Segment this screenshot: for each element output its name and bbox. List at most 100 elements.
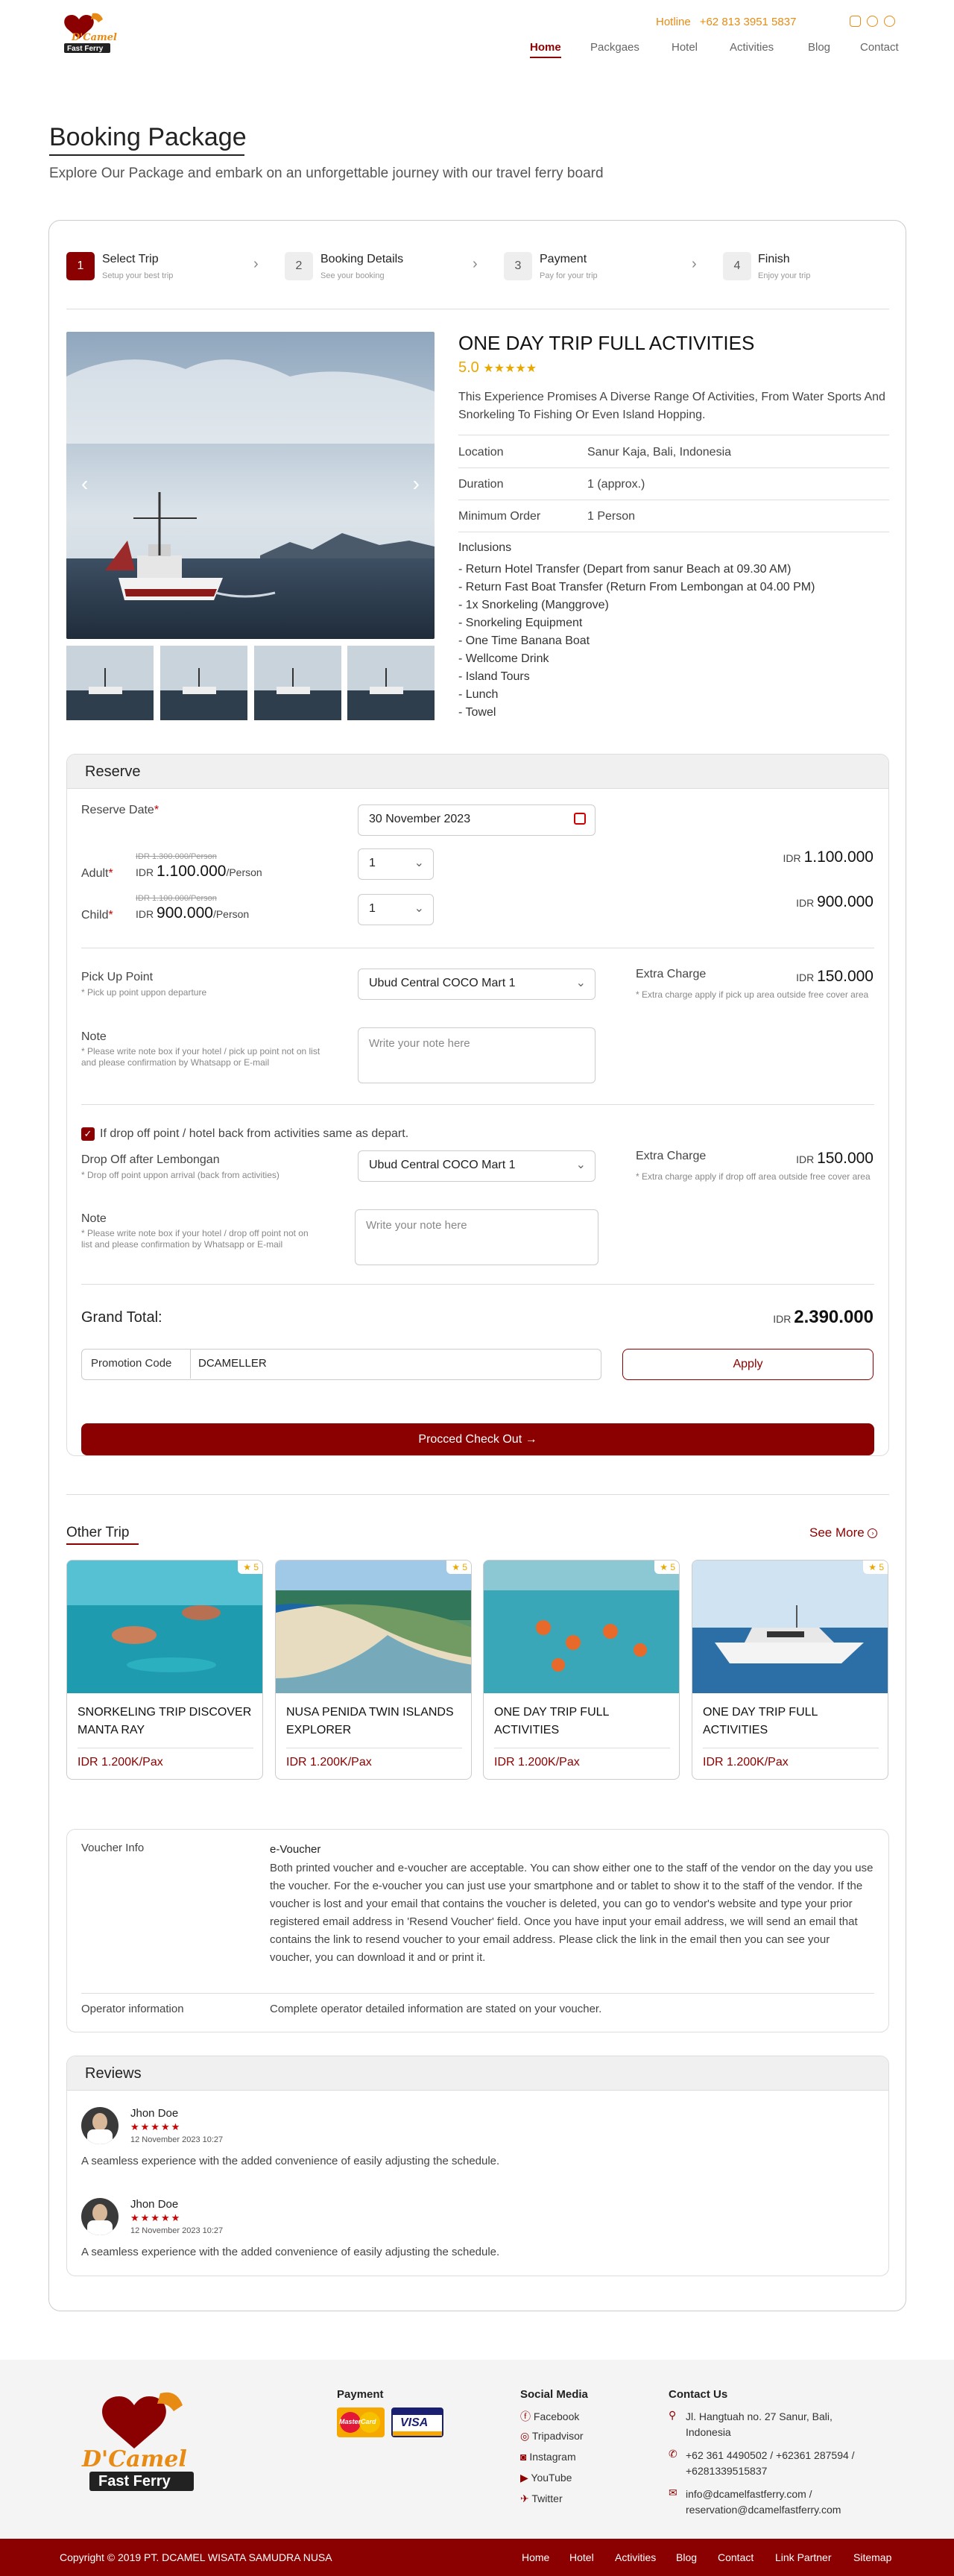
hotline-label: Hotline [656,16,691,28]
reserve-date-input[interactable]: 30 November 2023 [358,804,596,836]
list-item: - One Time Banana Boat [458,634,590,647]
social-youtube[interactable]: ▶ YouTube [520,2472,572,2484]
child-price: IDR 900.000/Person [136,904,249,922]
logo-text-bottom: Fast Ferry [98,2473,171,2490]
trip-image: ★ 5 [67,1561,262,1693]
thumbnail-1[interactable] [66,646,154,720]
instagram-icon[interactable] [850,16,861,27]
pickup-select[interactable]: Ubud Central COCO Mart 1 ⌄ [358,969,596,1000]
adult-qty-select[interactable]: 1 ⌄ [358,848,434,880]
title-underline [66,1543,139,1545]
promo-code-input[interactable]: DCAMELLER [191,1350,274,1379]
calendar-icon[interactable] [574,813,586,825]
see-more-link[interactable]: See More › [809,1525,878,1540]
checkout-button[interactable]: Procced Check Out → [81,1423,874,1455]
next-arrow-icon[interactable]: › [413,472,420,496]
promo-input-group[interactable]: Promotion Code DCAMELLER [81,1349,601,1380]
contact-email[interactable]: info@dcamelfastferry.com / reservation@d… [686,2487,879,2518]
social-twitter[interactable]: ✈ Twitter [520,2492,563,2505]
thumbnail-2[interactable] [160,646,247,720]
footer-link-partner[interactable]: Link Partner [775,2551,831,2563]
social-facebook[interactable]: ⓕ Facebook [520,2409,579,2424]
social-instagram[interactable]: ◙ Instagram [520,2451,576,2463]
svg-text:Fast Ferry: Fast Ferry [67,45,104,53]
extra-charge-2-value: 150.000 [817,1150,874,1167]
list-item: - Wellcome Drink [458,652,549,665]
list-item: - Return Hotel Transfer (Depart from san… [458,563,792,576]
extra-charge-2-hint: * Extra charge apply if drop off area ou… [636,1171,871,1182]
list-item: - Lunch [458,688,499,701]
step-1-number[interactable]: 1 [66,252,95,280]
chevron-right-icon: › [253,256,259,272]
footer-link-sitemap[interactable]: Sitemap [853,2551,891,2563]
location-label: Location [458,446,504,459]
dcamel-logo[interactable]: D'Camel Fast Ferry [49,10,121,57]
hotline-number[interactable]: +62 813 3951 5837 [700,16,797,28]
reviewer-name: Jhon Doe [130,2107,179,2120]
title-underline [49,154,244,156]
currency: IDR [796,971,815,983]
trip-rating-badge: ★ 5 [863,1561,888,1574]
contact-phone[interactable]: +62 361 4490502 / +62361 287594 / +62813… [686,2448,879,2479]
note-label: Note [81,1030,107,1043]
thumbnail-3[interactable] [254,646,341,720]
trip-card[interactable]: ★ 5 ONE DAY TRIP FULL ACTIVITIES IDR 1.2… [483,1560,680,1780]
nav-packages[interactable]: Packgaes [590,41,639,54]
facebook-icon[interactable] [867,16,878,27]
tripadvisor-icon[interactable] [884,16,895,27]
footer-link-home[interactable]: Home [522,2551,549,2563]
chevron-right-icon: › [692,256,697,272]
social-tripadvisor[interactable]: ◎ Tripadvisor [520,2430,584,2443]
hotline[interactable]: Hotline +62 813 3951 5837 [656,16,796,28]
dropoff-select[interactable]: Ubud Central COCO Mart 1 ⌄ [358,1150,596,1182]
note-2-label: Note [81,1212,107,1225]
footer-link-blog[interactable]: Blog [676,2551,697,2563]
review-date: 12 November 2023 10:27 [130,2135,224,2144]
site-header: D'Camel Fast Ferry Hotline +62 813 3951 5… [0,0,954,67]
extra-charge-price: IDR 150.000 [796,968,874,986]
nav-activities[interactable]: Activities [730,41,774,54]
nav-hotel[interactable]: Hotel [672,41,698,54]
step-3-number[interactable]: 3 [504,252,532,280]
trip-title: SNORKELING TRIP DISCOVER MANTA RAY [78,1706,252,1736]
review-date: 12 November 2023 10:27 [130,2226,224,2235]
nav-contact[interactable]: Contact [860,41,899,54]
reviewer-name: Jhon Doe [130,2198,179,2211]
reserve-date-value: 30 November 2023 [369,813,471,825]
extra-charge-value: 150.000 [817,968,874,985]
step-2-number[interactable]: 2 [285,252,313,280]
footer-logo[interactable]: D'Camel Fast Ferry [60,2386,231,2501]
footer-link-hotel[interactable]: Hotel [569,2551,594,2563]
child-price-value: 900.000 [157,904,213,922]
same-dropoff-checkbox[interactable]: ✓ [81,1127,95,1141]
reviews-title: Reviews [67,2056,888,2091]
pickup-note-textarea[interactable]: Write your note here [358,1027,596,1083]
nav-blog[interactable]: Blog [808,41,830,54]
same-dropoff-label[interactable]: If drop off point / hotel back from acti… [100,1127,408,1141]
chevron-right-icon: › [473,256,478,272]
nav-home[interactable]: Home [530,41,561,58]
child-label: Child* [81,909,113,922]
step-3-title: Payment [540,253,587,265]
trip-card[interactable]: ★ 5 ONE DAY TRIP FULL ACTIVITIES IDR 1.2… [692,1560,888,1780]
currency: IDR [136,908,154,920]
trip-card[interactable]: ★ 5 SNORKELING TRIP DISCOVER MANTA RAY I… [66,1560,263,1780]
prev-arrow-icon[interactable]: ‹ [81,472,88,496]
operator-info-label: Operator information [81,2003,184,2015]
dropoff-value: Ubud Central COCO Mart 1 [369,1159,516,1171]
apply-button[interactable]: Apply [622,1349,874,1380]
dropoff-note-textarea[interactable]: Write your note here [355,1209,598,1265]
step-4-number[interactable]: 4 [723,252,751,280]
child-qty-select[interactable]: 1 ⌄ [358,894,434,925]
footer-link-contact[interactable]: Contact [718,2551,754,2563]
thumbnail-4[interactable] [347,646,435,720]
product-main-image: ‹ › [66,332,435,639]
list-item: - 1x Snorkeling (Manggrove) [458,599,609,611]
visa-icon: VISA [391,2407,443,2437]
footer-link-activities[interactable]: Activities [615,2551,656,2563]
extra-charge-2-price: IDR 150.000 [796,1150,874,1168]
currency: IDR [796,1153,815,1165]
rating-value: 5 [462,1562,467,1572]
list-item: - Island Tours [458,670,530,683]
trip-card[interactable]: ★ 5 NUSA PENIDA TWIN ISLANDS EXPLORER ID… [275,1560,472,1780]
